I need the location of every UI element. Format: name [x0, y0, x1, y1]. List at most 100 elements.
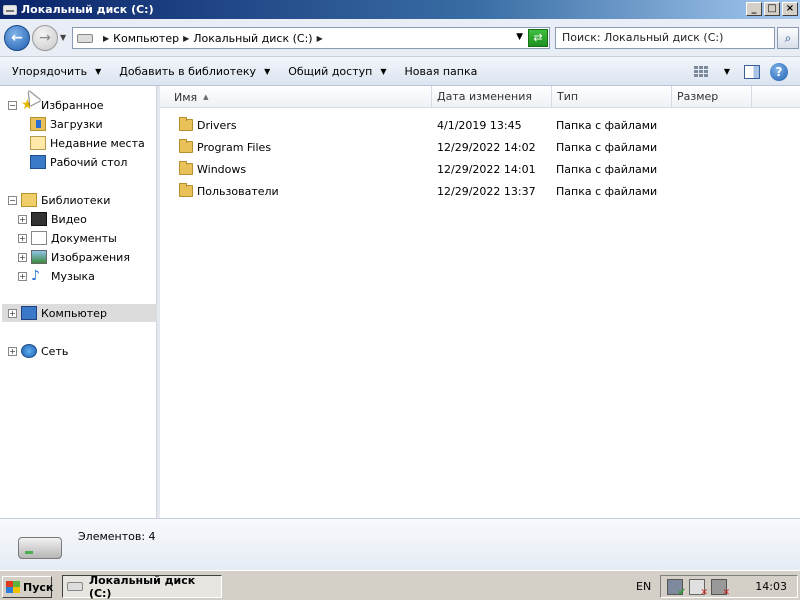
address-bar[interactable]: ▶ Компьютер ▶ Локальный диск (C:) ▶ ▼ — [72, 27, 550, 49]
nav-item-label: Музыка — [51, 269, 95, 283]
nav-item-label: Видео — [51, 212, 87, 226]
item-count: Элементов: 4 — [78, 530, 156, 543]
video-icon — [31, 212, 47, 226]
search-icon: ⌕ — [784, 31, 792, 45]
expand-icon[interactable]: + — [8, 308, 17, 318]
file-name: Пользователи — [197, 185, 279, 198]
expand-icon[interactable]: + — [18, 271, 27, 281]
volume-muted-icon[interactable] — [711, 578, 730, 598]
new-folder-button[interactable]: Новая папка — [398, 65, 483, 78]
folder-icon — [179, 183, 193, 197]
file-type: Папка с файлами — [556, 185, 658, 198]
column-name-label: Имя — [174, 91, 198, 104]
nav-item-documents[interactable]: + Документы — [18, 229, 117, 247]
folder-icon — [179, 117, 193, 131]
taskbar-item-explorer[interactable]: Локальный диск (C:) — [62, 574, 222, 600]
nav-network[interactable]: + Сеть — [8, 342, 68, 360]
navigation-pane: − ★ Избранное Загрузки Недавние места Ра… — [0, 86, 157, 518]
nav-item-label: Изображения — [51, 250, 130, 264]
collapse-icon[interactable]: − — [8, 100, 17, 110]
refresh-button[interactable]: ⇄ — [528, 29, 548, 47]
sort-up-icon: ▲ — [203, 93, 209, 101]
nav-item-music[interactable]: + ♪ Музыка — [18, 267, 95, 285]
windows-logo-icon — [6, 581, 20, 593]
title-bar: Локальный диск (C:) _ □ × — [0, 0, 800, 19]
file-date: 4/1/2019 13:45 — [437, 119, 522, 132]
minimize-button[interactable]: _ — [746, 2, 762, 16]
nav-favorites-label: Избранное — [41, 98, 104, 112]
nav-item-label: Загрузки — [50, 117, 103, 131]
organize-menu[interactable]: Упорядочить ▼ — [6, 65, 107, 78]
history-dropdown[interactable]: ▼ — [60, 33, 66, 42]
table-row[interactable]: Drivers 4/1/2019 13:45 Папка с файлами — [160, 115, 800, 137]
forward-button[interactable]: → — [32, 25, 58, 51]
table-row[interactable]: Windows 12/29/2022 14:01 Папка с файлами — [160, 159, 800, 181]
table-row[interactable]: Пользователи 12/29/2022 13:37 Папка с фа… — [160, 181, 800, 203]
language-indicator[interactable]: EN — [636, 580, 651, 593]
clock[interactable]: 14:03 — [755, 580, 787, 593]
chevron-right-icon[interactable]: ▶ — [183, 34, 189, 43]
start-button[interactable]: Пуск — [2, 576, 54, 598]
nav-item-recent-places[interactable]: Недавние места — [30, 134, 145, 152]
nav-computer-label: Компьютер — [41, 306, 107, 320]
expand-icon[interactable]: + — [18, 214, 27, 224]
details-pane: Элементов: 4 — [0, 518, 800, 570]
breadcrumb-local-disk[interactable]: Локальный диск (C:) — [193, 32, 312, 45]
nav-item-images[interactable]: + Изображения — [18, 248, 130, 266]
nav-favorites[interactable]: − ★ Избранное — [8, 96, 103, 114]
chevron-down-icon: ▼ — [264, 66, 271, 76]
chevron-right-icon[interactable]: ▶ — [103, 34, 109, 43]
share-label: Общий доступ — [288, 64, 373, 78]
nav-computer[interactable]: + Компьютер — [2, 304, 157, 322]
network-icon — [21, 344, 37, 358]
add-to-library-label: Добавить в библиотеку — [119, 64, 257, 78]
file-name: Program Files — [197, 141, 272, 154]
collapse-icon[interactable]: − — [8, 195, 17, 205]
organize-label: Упорядочить — [12, 64, 88, 78]
column-header-size[interactable]: Размер — [672, 86, 752, 108]
file-date: 12/29/2022 13:37 — [437, 185, 536, 198]
drive-icon — [3, 4, 17, 15]
preview-pane-icon[interactable] — [744, 64, 760, 79]
library-icon — [21, 193, 37, 207]
expand-icon[interactable]: + — [18, 252, 27, 262]
nav-item-desktop[interactable]: Рабочий стол — [30, 153, 127, 171]
address-dropdown-icon[interactable]: ▼ — [516, 32, 523, 42]
nav-item-video[interactable]: + Видео — [18, 210, 87, 228]
taskbar: Пуск Локальный диск (C:) EN 14:03 — [0, 570, 800, 600]
action-center-icon[interactable] — [689, 578, 708, 598]
recent-places-icon — [30, 136, 46, 150]
column-header-name[interactable]: Имя ▲ — [160, 86, 432, 108]
column-header-row: Имя ▲ Дата изменения Тип Размер — [160, 86, 800, 108]
help-icon[interactable]: ? — [770, 62, 788, 81]
search-button[interactable]: ⌕ — [777, 27, 799, 49]
view-dropdown-icon[interactable]: ▼ — [724, 67, 730, 76]
search-input[interactable]: Поиск: Локальный диск (C:) — [555, 27, 775, 49]
share-menu[interactable]: Общий доступ ▼ — [282, 65, 392, 78]
breadcrumb-computer[interactable]: Компьютер — [113, 32, 179, 45]
add-to-library-menu[interactable]: Добавить в библиотеку ▼ — [113, 65, 276, 78]
start-label: Пуск — [23, 580, 54, 594]
view-controls: ▼ ? — [693, 57, 800, 86]
documents-icon — [31, 231, 47, 245]
view-options-icon[interactable] — [693, 65, 710, 78]
nav-item-label: Рабочий стол — [50, 155, 128, 169]
table-row[interactable]: Program Files 12/29/2022 14:02 Папка с ф… — [160, 137, 800, 159]
file-date: 12/29/2022 14:02 — [437, 141, 536, 154]
images-icon — [31, 250, 47, 264]
file-type: Папка с файлами — [556, 141, 658, 154]
nav-libraries-label: Библиотеки — [41, 193, 111, 207]
close-button[interactable]: × — [782, 2, 798, 16]
network-status-icon[interactable] — [667, 578, 686, 598]
column-header-type[interactable]: Тип — [552, 86, 672, 108]
new-folder-label: Новая папка — [404, 64, 478, 78]
folder-icon — [179, 161, 193, 175]
expand-icon[interactable]: + — [18, 233, 27, 243]
back-button[interactable]: ← — [4, 25, 30, 51]
expand-icon[interactable]: + — [8, 346, 17, 356]
maximize-button[interactable]: □ — [764, 2, 780, 16]
nav-libraries[interactable]: − Библиотеки — [8, 191, 110, 209]
chevron-right-icon[interactable]: ▶ — [317, 34, 323, 43]
column-header-date[interactable]: Дата изменения — [432, 86, 552, 108]
nav-item-downloads[interactable]: Загрузки — [30, 115, 103, 133]
